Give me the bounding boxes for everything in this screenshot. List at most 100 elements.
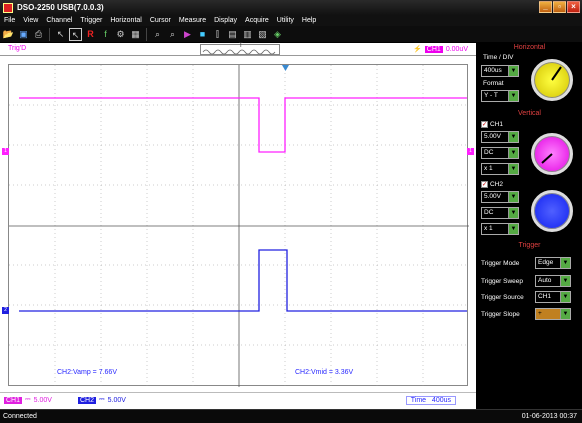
chevron-down-icon: ▼ [508,91,518,101]
ch2-probe-value: x 1 [484,225,493,232]
trigger-header: Trigger [518,242,541,249]
time-value: 400us [431,397,451,404]
trigger-source-label: Trigger Source [481,294,524,301]
trigger-level-readout: ⚡ CH1 0.00uV [413,45,468,53]
print-icon[interactable]: ⎙ [32,28,45,41]
ch1-level-marker-right[interactable]: 1 [467,148,474,155]
trigger-position-marker: T [239,43,243,49]
ch1-volts-select[interactable]: 5.00V ▼ [481,131,519,143]
open-icon[interactable]: 📂 [2,28,15,41]
ch1-enable-checkbox[interactable]: ✓ CH1 [481,121,503,128]
zoom-in-icon[interactable]: ⌕ [151,28,164,41]
ch2-volts-value: 5.00V [484,193,501,200]
play-icon[interactable]: ▶ [181,28,194,41]
format-label: Format [483,80,504,87]
trigger-time-marker [282,65,289,71]
menu-cursor[interactable]: Cursor [146,17,175,24]
chevron-down-icon: ▼ [560,309,570,319]
title-bar: DSO-2250 USB(7.0.0.3) _ ▫ × [0,0,582,15]
chevron-down-icon: ▼ [508,132,518,142]
horizontal-header: Horizontal [513,44,546,51]
ch1-probe-select[interactable]: x 1 ▼ [481,163,519,175]
app-icon [3,2,13,13]
math-icon[interactable]: ⚙ [114,28,127,41]
channel-info-bar: CH1 ⎓ 5.00V CH2 ⎓ 5.00V Time 400us [0,392,476,409]
ch1-scale-value: 5.00V [33,396,52,404]
menu-help[interactable]: Help [298,17,320,24]
menu-file[interactable]: File [0,17,19,24]
menu-display[interactable]: Display [210,17,241,24]
ch1-coupling-select[interactable]: DC ▼ [481,147,519,159]
ch2-volts-knob[interactable] [531,190,573,232]
ch2-marker[interactable]: 2 [2,307,9,314]
calibrate-icon[interactable]: ▧ [256,28,269,41]
layers-icon[interactable]: ◈ [271,28,284,41]
run-icon[interactable]: R [84,28,97,41]
chevron-down-icon: ▼ [508,224,518,234]
measure-icon[interactable]: ▦ [129,28,142,41]
format-value: Y - T [484,92,498,99]
toolbar-separator [49,27,50,41]
maximize-button[interactable]: ▫ [553,1,566,13]
trigger-source-select[interactable]: CH1 ▼ [535,291,571,303]
trigger-state: Trig'D [8,45,27,52]
menu-bar: File View Channel Trigger Horizontal Cur… [0,15,582,26]
ch1-marker[interactable]: 1 [2,148,9,155]
auto-icon[interactable]: ▤ [226,28,239,41]
ch1-coupling-icon: ⎓ [25,396,31,403]
ch2-coupling-select[interactable]: DC ▼ [481,207,519,219]
trigger-source-value: CH1 [538,293,552,300]
menu-utility[interactable]: Utility [273,17,298,24]
check-icon: ✓ [481,181,488,188]
knob-pointer-icon [551,66,562,81]
trigger-slope-select[interactable]: + ▼ [535,308,571,320]
time-div-value: 400us [484,67,502,74]
trigger-mode-select[interactable]: Edge ▼ [535,257,571,269]
time-div-select[interactable]: 400us ▼ [481,65,519,77]
trigger-mode-label: Trigger Mode [481,260,520,267]
stop-icon[interactable]: ■ [196,28,209,41]
menu-trigger[interactable]: Trigger [76,17,106,24]
format-select[interactable]: Y - T ▼ [481,90,519,102]
waveform-plot[interactable]: 1 1 2 CH2:Vamp = 7.66V CH2:Vmid = 3.36V [2,64,474,387]
minimize-button[interactable]: _ [539,1,552,13]
ch2-coupling-icon: ⎓ [99,396,105,403]
ch2-enable-checkbox[interactable]: ✓ CH2 [481,181,503,188]
trigger-sweep-value: Auto [538,277,552,284]
select-icon[interactable]: ↖ [69,27,82,41]
settings-icon[interactable]: ▥ [241,28,254,41]
time-label: Time [410,397,427,404]
vertical-header: Vertical [518,110,541,117]
chevron-down-icon: ▼ [560,292,570,302]
menu-horizontal[interactable]: Horizontal [106,17,146,24]
close-button[interactable]: × [567,1,580,13]
menu-measure[interactable]: Measure [175,17,210,24]
trigger-level-value: 0.00uV [445,45,468,53]
chevron-down-icon: ▼ [508,66,518,76]
menu-view[interactable]: View [19,17,42,24]
ch1-scale-readout: CH1 ⎓ 5.00V [4,396,52,404]
ch2-waveform [19,249,467,312]
save-icon[interactable]: ▣ [17,28,30,41]
trigger-slope-value: + [538,310,542,317]
pointer-icon[interactable]: ↖ [54,28,67,41]
waveform-graticule [9,65,469,387]
ch1-volts-knob[interactable] [531,133,573,175]
single-icon[interactable]: ⫿ [211,28,224,41]
ch2-checkbox-label: CH2 [490,181,504,188]
ch2-tag: CH2 [78,396,97,404]
ch1-coupling-value: DC [484,149,494,156]
zoom-out-icon[interactable]: ⌕ [166,28,179,41]
menu-channel[interactable]: Channel [42,17,76,24]
trigger-status-bar: Trig'D T ⚡ CH1 0.00uV [0,43,476,56]
menu-acquire[interactable]: Acquire [241,17,273,24]
trigger-edge-icon: ⚡ [413,46,422,53]
ch2-probe-select[interactable]: x 1 ▼ [481,223,519,235]
ch2-volts-select[interactable]: 5.00V ▼ [481,191,519,203]
trigger-sweep-select[interactable]: Auto ▼ [535,275,571,287]
ch1-waveform [19,97,467,153]
trigger-position-indicator[interactable]: T [200,43,280,55]
chevron-down-icon: ▼ [560,276,570,286]
fft-icon[interactable]: f [99,28,112,41]
timebase-knob[interactable] [531,59,573,101]
